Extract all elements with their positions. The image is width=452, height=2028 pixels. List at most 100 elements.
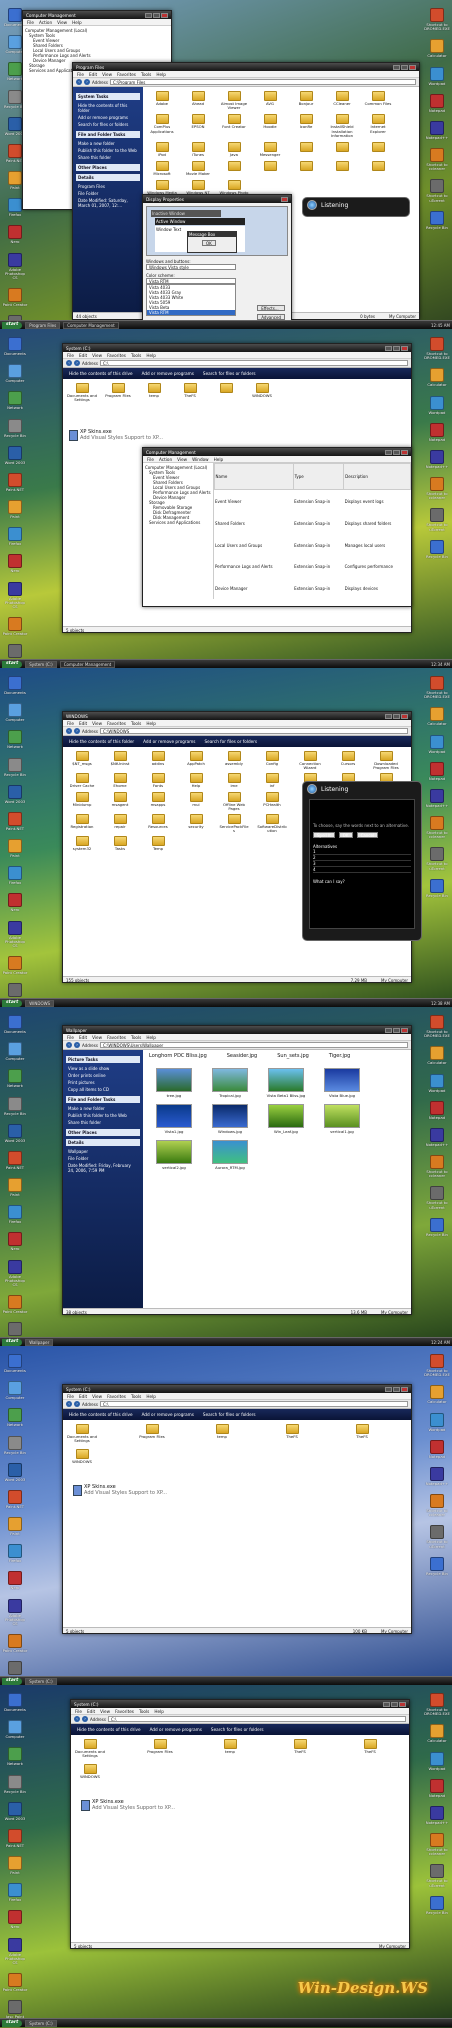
folder-item[interactable] [211,383,241,402]
task-link[interactable]: Search for files or folders [76,121,140,128]
folder-item[interactable]: Messenger [255,141,285,157]
folder-item[interactable] [291,141,321,157]
address-input[interactable]: C:\Program Files [109,79,416,85]
desktop-icon[interactable]: Notepad++ [424,1805,450,1825]
taskbar-button-program-files[interactable]: Program Files [25,321,61,329]
folder-item[interactable]: Ahead [183,91,213,110]
forward-icon[interactable]: › [84,79,90,85]
menu-item[interactable]: Favorites [115,1709,134,1714]
desktop-icon[interactable]: Shortcut to uTorrent [424,179,450,202]
desktop-icon[interactable]: Shortcut to ccleaner [424,816,450,839]
exe-item[interactable]: XP Skins.exe Add Visual Styles Support to… [69,429,163,441]
menu-item[interactable]: Help [146,1035,156,1040]
table-row[interactable]: Device Manager Extension Snap-in Displays … [214,577,410,599]
thumbnail-item[interactable]: Vista Blue.jpg [317,1068,367,1098]
menu-item[interactable]: Favorites [107,1035,126,1040]
desktop-icon[interactable]: Shortcut to uTorrent [424,847,450,870]
maximize-button[interactable] [393,345,400,351]
desktop-icon[interactable]: Word 2003 [2,1123,28,1143]
command-link[interactable]: Add or remove programs [143,739,195,744]
desktop-icon[interactable]: Shortcut to DROMED.EXE [424,676,450,699]
folder-item[interactable]: Program Files [145,1739,175,1758]
folder-item[interactable]: inf [257,773,287,788]
folder-item[interactable] [327,141,357,157]
close-button[interactable] [401,713,408,719]
thumbnail-item[interactable]: tree.jpg [149,1068,199,1098]
folder-item[interactable]: Ehome [105,773,135,788]
desktop-icon[interactable]: Wordpad [424,1073,450,1093]
folder-item[interactable] [363,161,393,176]
address-input[interactable]: C:\ [107,1716,406,1722]
folder-item[interactable]: Registration [67,813,97,833]
system-tasks-header[interactable]: System Tasks [76,93,140,100]
folder-item[interactable]: CCleaner [327,91,357,110]
speech-button[interactable]: Cancel [356,832,379,838]
folder-item[interactable]: TheFS [285,1739,315,1758]
desktop-icon[interactable]: Shortcut to DROMED.EXE [424,1015,450,1038]
desktop-icon[interactable]: Adobe Photoshop CS [2,252,28,281]
command-link[interactable]: Hide the contents of this drive [69,371,133,376]
maximize-button[interactable] [393,1386,400,1392]
task-link[interactable]: Share this folder [66,1119,140,1126]
exe-item[interactable]: XP Skins.exe Add Visual Styles Support to… [81,1799,175,1811]
title-bar[interactable]: Wallpaper [63,1026,411,1034]
back-icon[interactable]: ‹ [66,728,72,734]
start-button[interactable]: start [2,321,23,329]
desktop-icon[interactable]: Recycle Bin [2,1096,28,1116]
desktop-icon[interactable]: Paint Creator [2,617,28,636]
folder-item[interactable]: Font Creator [219,114,249,138]
folder-item[interactable]: Downloaded Program Files [371,751,401,770]
folder-item[interactable]: temp [207,1424,237,1443]
desktop-icon[interactable]: Paint [2,500,28,519]
desktop-icon[interactable]: Firefox [2,1883,28,1902]
folder-item[interactable]: InstallShield Installation Information [327,114,357,138]
desktop-icon[interactable]: Computer [2,1720,28,1739]
computer-management-window[interactable]: Computer Management File Action View Window… [142,447,412,607]
desktop-icon[interactable]: Documents [2,676,28,695]
detail-line[interactable]: Wallpaper [66,1148,140,1155]
folder-item[interactable]: Documents and Settings [67,383,97,402]
maximize-button[interactable] [391,1701,398,1707]
close-button[interactable] [399,1701,406,1707]
desktop-icon[interactable]: Wordpad [424,66,450,86]
taskbar-button-system-c[interactable]: System (C:) [25,660,57,668]
folder-item[interactable] [327,161,357,176]
taskbar-button-computer-management[interactable]: Computer Management [63,321,119,329]
what-can-i-say-link[interactable]: What can I say? [313,879,411,884]
desktop-icon[interactable]: Shortcut to uTorrent [424,508,450,531]
desktop-icon[interactable]: Paint Creator [2,1634,28,1653]
thumbnail-item[interactable]: Vista1.jpg [149,1104,199,1134]
desktop-icon[interactable]: Paint.NET [2,1150,28,1170]
other-places-header[interactable]: Other Places [76,164,140,171]
folder-item[interactable] [219,161,249,176]
maximize-button[interactable] [393,713,400,719]
menu-item[interactable]: View [102,72,112,77]
task-link[interactable]: Order prints online [66,1072,140,1079]
file-folder-tasks-header[interactable]: File and Folder Tasks [76,131,140,138]
desktop-icon[interactable]: Computer [2,1381,28,1400]
menu-item[interactable]: Action [39,20,52,25]
folder-item[interactable]: Almost Image Viewer [219,91,249,110]
menu-item[interactable]: Tools [131,1394,141,1399]
menu-item[interactable]: File [67,1035,74,1040]
desktop-icon[interactable]: Shortcut to uTorrent [424,1186,450,1209]
desktop-icon[interactable]: Nero [2,554,28,573]
desktop-icon[interactable]: Notepad [424,1439,450,1459]
folder-item[interactable]: Documents and Settings [75,1739,105,1758]
desktop-icon[interactable]: Recycle Bin [424,1217,450,1237]
folder-item[interactable]: Movie Maker [183,161,213,176]
task-link[interactable]: Share this folder [76,154,140,161]
address-input[interactable]: C:\ [99,1401,408,1407]
menu-item[interactable]: File [147,457,154,462]
title-bar[interactable]: Computer Management [143,448,411,456]
details-header[interactable]: Details [76,174,140,181]
folder-item[interactable]: $NtUninst [105,751,135,770]
folder-item[interactable]: Program Files [137,1424,167,1443]
folder-item[interactable]: Internet Explorer [363,114,393,138]
command-link[interactable]: Search for files or folders [204,739,257,744]
desktop-icon[interactable]: Recycle Bin [2,1774,28,1794]
folder-item[interactable]: Cursors [333,751,363,770]
title-bar[interactable]: System (C:) [63,344,411,352]
desktop-icon[interactable]: Calculator [424,1046,450,1065]
folder-item[interactable]: system32 [67,836,97,851]
